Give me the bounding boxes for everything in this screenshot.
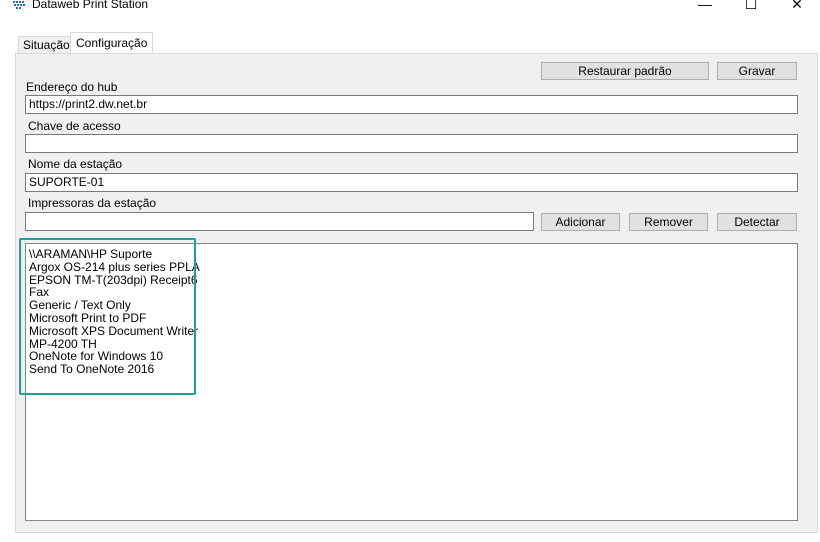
list-item[interactable]: \\ARAMAN\HP Suporte <box>29 248 200 261</box>
list-item[interactable]: Argox OS-214 plus series PPLA <box>29 260 200 274</box>
window-title: Dataweb Print Station <box>32 0 149 11</box>
station-name-label: Nome da estação <box>28 157 123 171</box>
tab-situacao[interactable]: Situação <box>18 36 75 53</box>
list-item[interactable]: Send To OneNote 2016 <box>29 363 200 376</box>
printer-list: \\ARAMAN\HP Suporte Argox OS-214 plus se… <box>29 248 200 376</box>
add-printer-button[interactable]: Adicionar <box>541 213 620 231</box>
hub-address-input[interactable]: https://print2.dw.net.br <box>25 95 798 114</box>
tab-configuracao[interactable]: Configuração <box>70 32 154 54</box>
title-bar: Dataweb Print Station — ☐ ✕ <box>0 0 820 14</box>
printers-listbox[interactable]: \\ARAMAN\HP Suporte Argox OS-214 plus se… <box>25 243 798 521</box>
maximize-icon: ☐ <box>744 0 758 12</box>
save-button[interactable]: Gravar <box>717 62 797 80</box>
close-button[interactable]: ✕ <box>774 0 820 13</box>
station-printers-label: Impressoras da estação <box>28 196 157 210</box>
dataweb-logo-icon <box>13 1 25 9</box>
access-key-label: Chave de acesso <box>28 119 121 133</box>
list-item[interactable]: EPSON TM-T(203dpi) Receipt6 <box>29 273 200 287</box>
hub-address-label: Endereço do hub <box>26 80 118 94</box>
close-icon: ✕ <box>791 0 803 12</box>
minimize-button[interactable]: — <box>682 0 728 13</box>
list-item[interactable]: Microsoft Print to PDF <box>29 312 200 325</box>
minimize-icon: — <box>698 0 712 12</box>
remove-printer-button[interactable]: Remover <box>629 213 708 231</box>
list-item[interactable]: Microsoft XPS Document Writer <box>29 324 200 338</box>
maximize-button[interactable]: ☐ <box>728 0 774 13</box>
tab-strip: Situação Configuração <box>0 30 820 54</box>
printer-name-input[interactable] <box>25 212 534 231</box>
access-key-input[interactable] <box>25 134 798 153</box>
station-name-input[interactable]: SUPORTE-01 <box>25 173 798 192</box>
restore-defaults-button[interactable]: Restaurar padrão <box>541 62 709 80</box>
detect-printers-button[interactable]: Detectar <box>717 213 797 231</box>
